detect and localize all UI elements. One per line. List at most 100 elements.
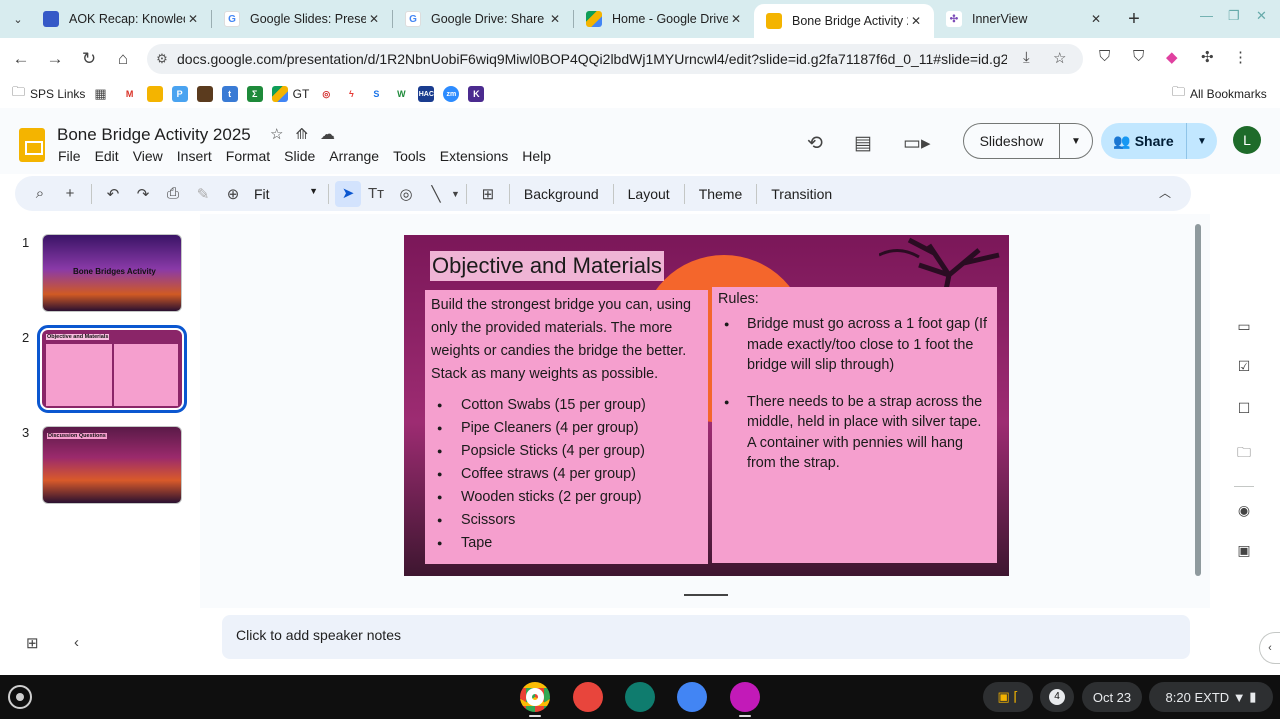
share-dropdown-icon[interactable]: ▼ <box>1187 136 1217 147</box>
slides-app-icon[interactable] <box>730 682 760 712</box>
move-folder-icon[interactable]: ⟰ <box>295 126 320 143</box>
install-app-icon[interactable]: ⤓ <box>1023 49 1030 66</box>
slide-title[interactable]: Objective and Materials <box>430 251 664 281</box>
browser-tab[interactable]: Home - Google Drive ✕ <box>574 0 754 38</box>
close-tab-icon[interactable]: ✕ <box>908 14 924 28</box>
browser-tab[interactable]: ✣ InnerView ✕ <box>934 0 1114 38</box>
bookmark-apps[interactable]: ▦ <box>94 86 106 102</box>
bookmark-item[interactable]: HAC <box>418 86 435 102</box>
zoom-select[interactable]: Fit ▼ <box>248 186 322 202</box>
browser-tab[interactable]: G Google Slides: Present ✕ <box>212 0 392 38</box>
shield-extension-icon[interactable]: ⛉ <box>1099 48 1110 65</box>
forward-arrow-icon[interactable]: → <box>38 42 72 76</box>
docs-app-icon[interactable] <box>677 682 707 712</box>
menu-edit[interactable]: Edit <box>95 148 119 164</box>
status-tray[interactable]: 8:20 EXTD ▼ ▮ <box>1149 682 1273 712</box>
slides-logo-icon[interactable] <box>19 128 45 162</box>
slide-canvas[interactable]: Objective and Materials Build the strong… <box>404 235 1009 576</box>
comment-add-icon[interactable]: ⊞ <box>473 185 503 203</box>
tasks-icon[interactable]: ☑ <box>1232 358 1256 382</box>
menu-arrange[interactable]: Arrange <box>329 148 379 164</box>
line-icon[interactable]: ╲ <box>421 185 451 203</box>
menu-view[interactable]: View <box>133 148 163 164</box>
bookmark-folder-sps[interactable]: 🗀 SPS Links <box>12 83 85 105</box>
paint-format-icon[interactable]: ✎ <box>188 185 218 203</box>
new-tab-icon[interactable]: + <box>1120 8 1148 31</box>
new-slide-icon[interactable]: + <box>55 185 85 202</box>
notes-resize-handle[interactable] <box>684 594 728 596</box>
menu-format[interactable]: Format <box>226 148 270 164</box>
video-record-icon[interactable]: ▣ <box>1232 542 1256 566</box>
bookmark-item[interactable]: ◎ <box>318 86 335 102</box>
slide-thumbnail[interactable]: Discussion Questions <box>42 426 182 504</box>
print-icon[interactable]: ⎙ <box>158 185 188 202</box>
canvas-scrollbar[interactable] <box>1195 224 1201 576</box>
comments-icon[interactable]: ▤ <box>854 132 872 155</box>
classroom-app-icon[interactable] <box>625 682 655 712</box>
record-icon[interactable]: ◉ <box>1232 502 1256 526</box>
bookmark-item[interactable]: zm <box>443 86 460 102</box>
speaker-notes[interactable]: Click to add speaker notes <box>222 615 1190 659</box>
reload-icon[interactable]: ↻ <box>72 42 106 76</box>
bookmark-item[interactable]: ϟ <box>343 86 360 102</box>
grid-view-icon[interactable]: ⊞ <box>26 634 39 652</box>
menu-extensions[interactable]: Extensions <box>440 148 508 164</box>
star-icon[interactable]: ☆ <box>270 126 295 143</box>
slide-thumbnail-selected[interactable]: Objective and Materials <box>37 325 187 413</box>
transition-button[interactable]: Transition <box>763 186 840 202</box>
rules-textbox[interactable]: Rules: Bridge must go across a 1 foot ga… <box>712 287 997 563</box>
collapse-filmstrip-icon[interactable]: ‹ <box>74 634 79 651</box>
home-icon[interactable]: ⌂ <box>106 42 140 76</box>
close-tab-icon[interactable]: ✕ <box>185 12 201 26</box>
cloud-status-icon[interactable]: ☁ <box>320 126 347 143</box>
address-bar[interactable]: ⚙ docs.google.com/presentation/d/1R2NbnU… <box>147 44 1083 74</box>
theme-button[interactable]: Theme <box>691 186 751 202</box>
objective-textbox[interactable]: Build the strongest bridge you can, usin… <box>425 290 708 564</box>
slideshow-label[interactable]: Slideshow <box>964 123 1060 159</box>
bookmark-gmail[interactable]: M <box>121 86 138 102</box>
close-tab-icon[interactable]: ✕ <box>547 12 563 26</box>
all-bookmarks[interactable]: 🗀 All Bookmarks <box>1172 83 1267 105</box>
document-title[interactable]: Bone Bridge Activity 2025 <box>57 125 251 145</box>
expand-side-panel-icon[interactable]: ‹ <box>1259 632 1280 664</box>
shape-icon[interactable]: ◎ <box>391 185 421 203</box>
notification-badge[interactable]: 4 <box>1040 682 1074 712</box>
bookmark-star-icon[interactable]: ☆ <box>1053 49 1066 67</box>
bookmark-item[interactable] <box>196 86 213 102</box>
menu-slide[interactable]: Slide <box>284 148 315 164</box>
url-text[interactable]: docs.google.com/presentation/d/1R2NbnUob… <box>177 51 1007 67</box>
menu-tools[interactable]: Tools <box>393 148 426 164</box>
bookmark-gt[interactable]: GT <box>271 86 309 102</box>
browser-tab-active[interactable]: Bone Bridge Activity 2 ✕ <box>754 4 934 38</box>
close-tab-icon[interactable]: ✕ <box>728 12 744 26</box>
background-button[interactable]: Background <box>516 186 607 202</box>
contacts-icon[interactable]: ☐ <box>1232 400 1256 424</box>
bookmark-item[interactable]: W <box>393 86 410 102</box>
layout-button[interactable]: Layout <box>620 186 678 202</box>
tab-search-chevron-icon[interactable]: ⌄ <box>5 6 31 32</box>
date-tray[interactable]: Oct 23 <box>1082 682 1142 712</box>
site-info-icon[interactable]: ⚙ <box>147 51 177 67</box>
minimize-icon[interactable]: — <box>1200 8 1213 23</box>
undo-icon[interactable]: ↶ <box>98 185 128 203</box>
chrome-menu-icon[interactable]: ⋮ <box>1233 48 1248 66</box>
bookmark-item[interactable]: S <box>368 86 385 102</box>
menu-help[interactable]: Help <box>522 148 551 164</box>
slideshow-button[interactable]: Slideshow ▼ <box>963 123 1093 159</box>
search-menus-icon[interactable]: ⌕ <box>25 185 55 202</box>
keep-notes-icon[interactable]: ▭ <box>1232 318 1256 342</box>
close-tab-icon[interactable]: ✕ <box>366 12 382 26</box>
bookmark-item[interactable]: P <box>171 86 188 102</box>
slide-thumbnail[interactable]: Bone Bridges Activity <box>42 234 182 312</box>
pink-extension-icon[interactable]: ◆ <box>1166 48 1178 66</box>
account-avatar[interactable]: L <box>1233 126 1261 154</box>
launcher-icon[interactable] <box>8 685 32 709</box>
close-window-icon[interactable]: ✕ <box>1256 8 1267 24</box>
line-dropdown-icon[interactable]: ▼ <box>451 189 460 199</box>
bookmark-item[interactable]: K <box>468 86 485 102</box>
browser-tab[interactable]: AOK Recap: Knowledg ✕ <box>31 0 211 38</box>
redo-icon[interactable]: ↷ <box>128 185 158 203</box>
text-box-icon[interactable]: Tт <box>361 185 391 202</box>
menu-insert[interactable]: Insert <box>177 148 212 164</box>
meet-camera-icon[interactable]: ▭▸ <box>903 132 931 155</box>
